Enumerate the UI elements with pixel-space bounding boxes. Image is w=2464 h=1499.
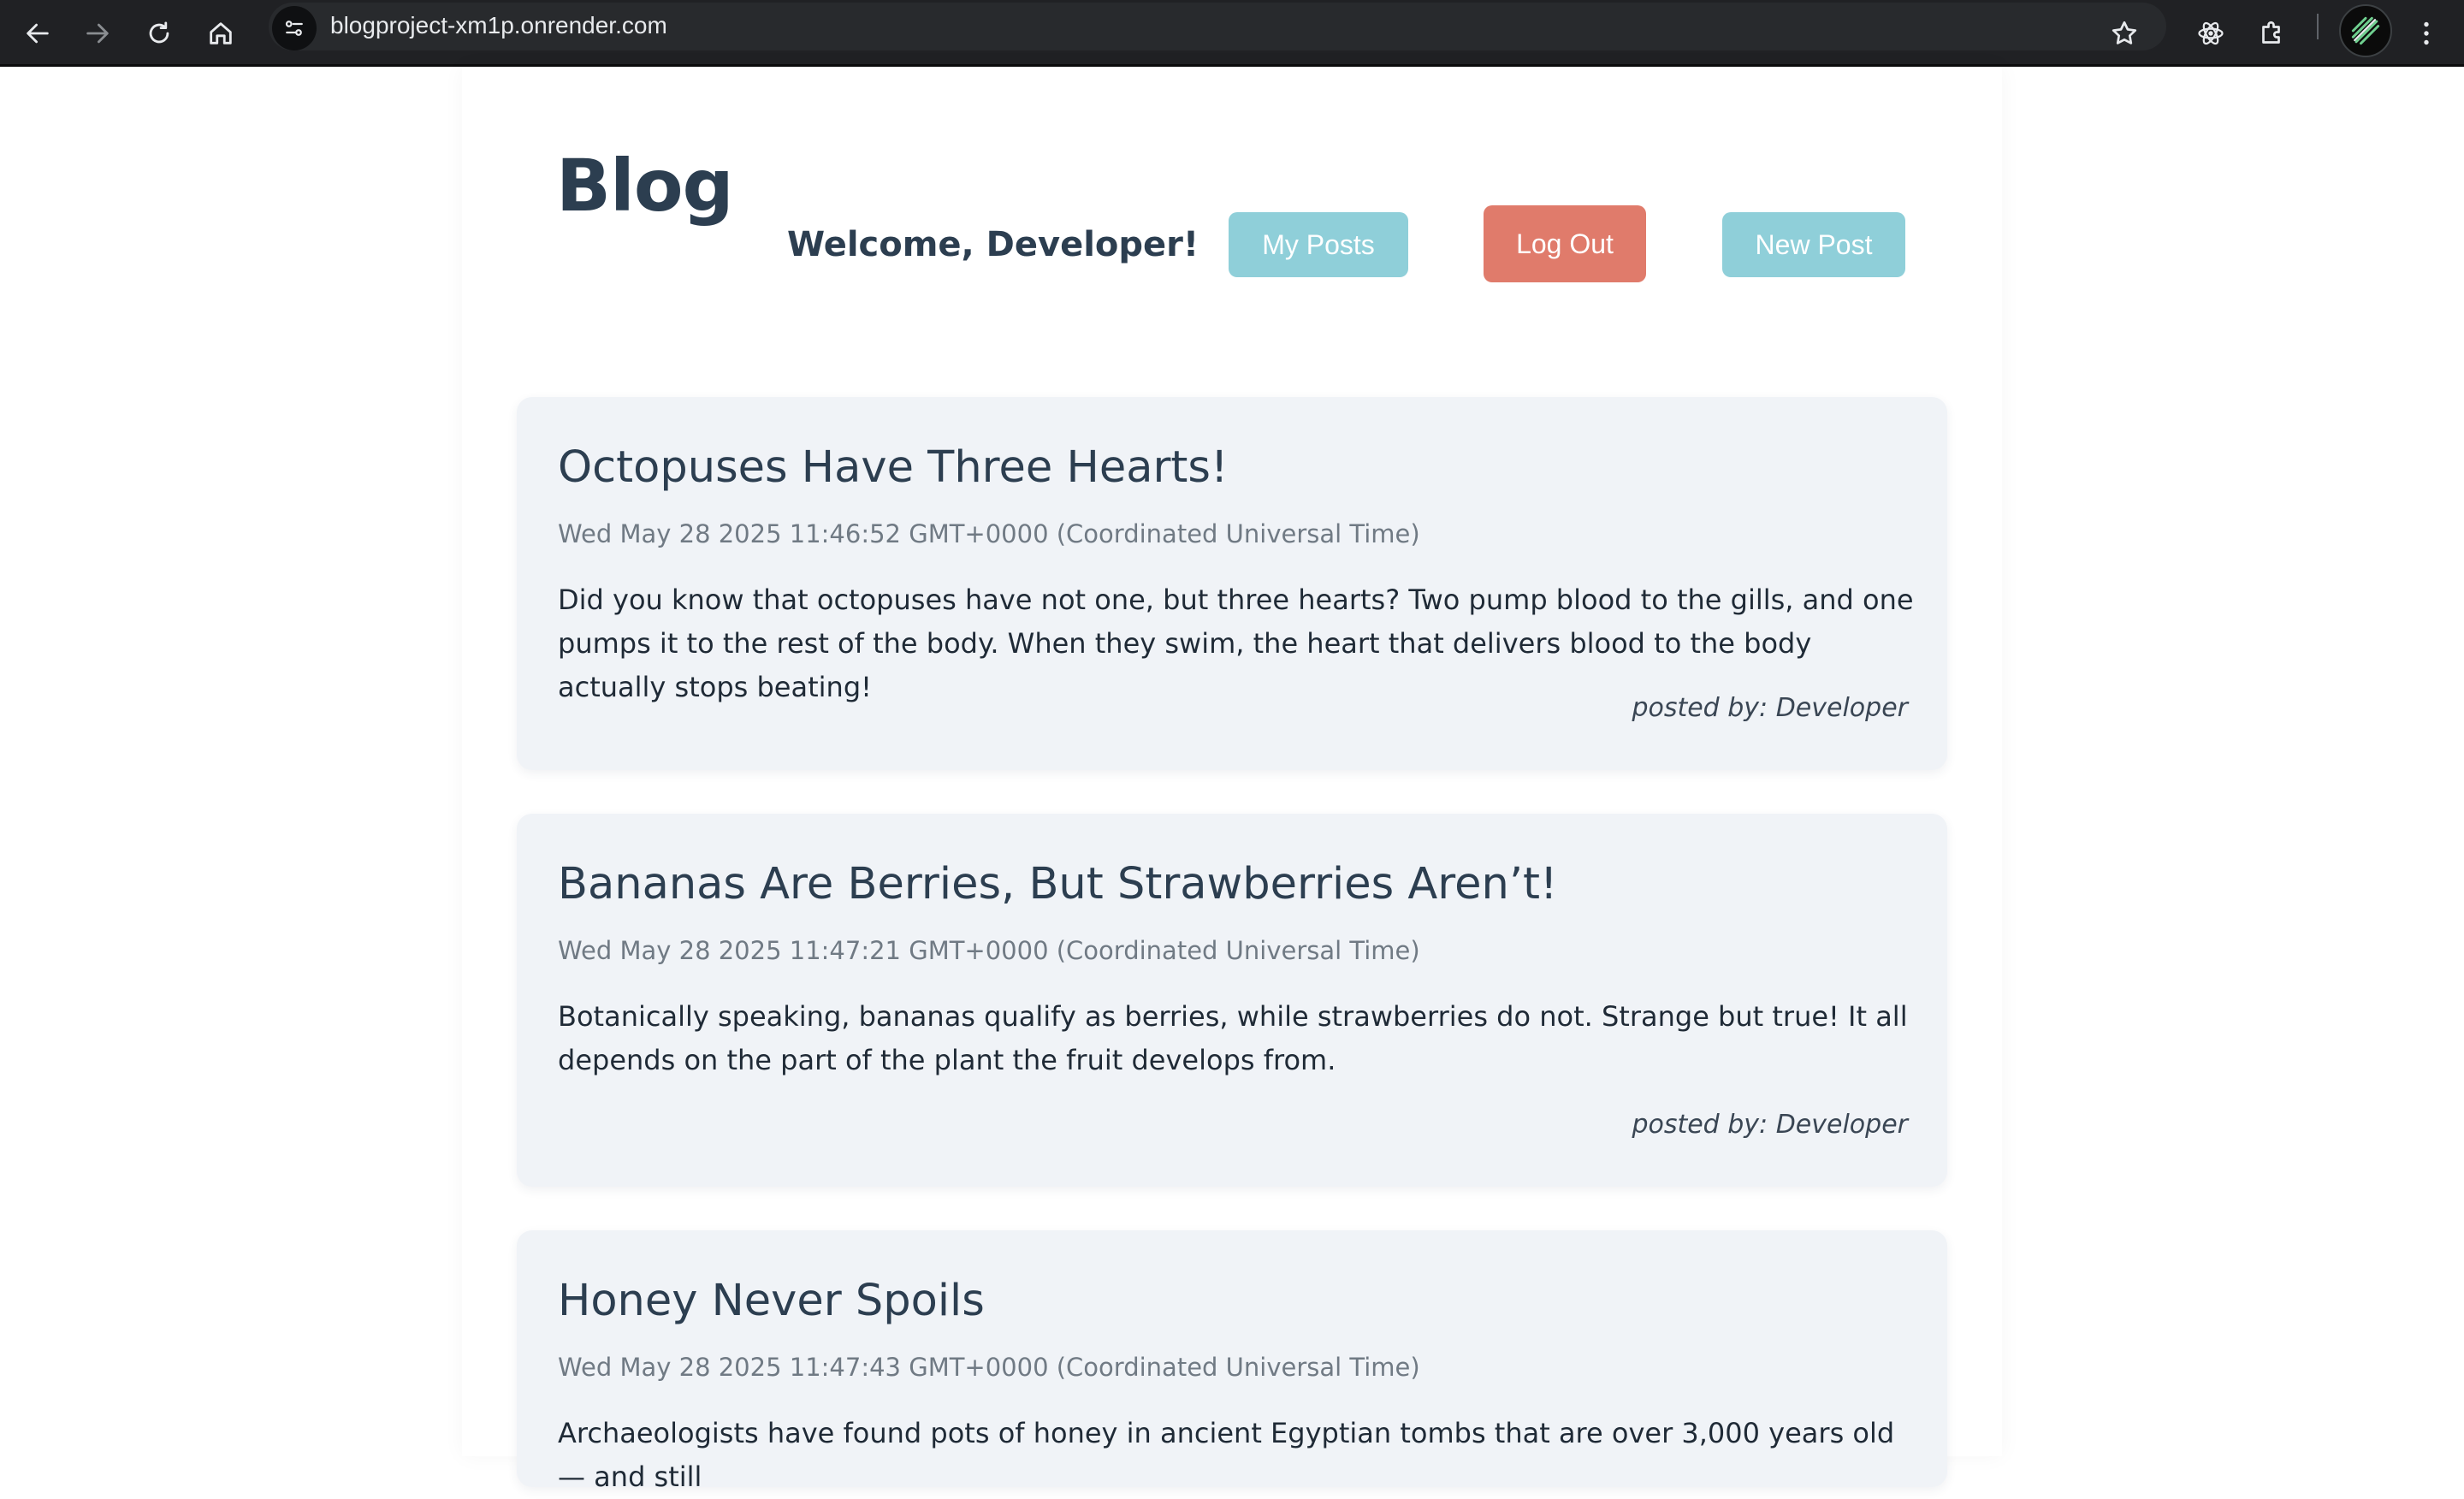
post-author: posted by: Developer <box>1632 693 1908 723</box>
back-arrow-icon <box>27 23 49 44</box>
profile-avatar[interactable] <box>2339 4 2392 57</box>
post-author: posted by: Developer <box>1632 1110 1908 1140</box>
site-info-button[interactable] <box>272 6 317 50</box>
browser-menu-button[interactable] <box>2402 9 2450 57</box>
home-icon <box>210 22 232 44</box>
toolbar-divider <box>2317 14 2319 39</box>
logout-button[interactable]: Log Out <box>1484 205 1646 282</box>
reload-button[interactable] <box>135 9 183 57</box>
more-vertical-icon <box>2424 21 2429 45</box>
tune-icon <box>285 21 303 36</box>
extensions-button[interactable] <box>2248 9 2296 57</box>
address-bar-url[interactable]: blogproject-xm1p.onrender.com <box>330 10 667 41</box>
my-posts-button[interactable]: My Posts <box>1229 212 1408 277</box>
post-body: Archaeologists have found pots of honey … <box>558 1417 1895 1493</box>
forward-arrow-icon <box>86 23 109 44</box>
post-date: Wed May 28 2025 11:46:52 GMT+0000 (Coord… <box>558 519 1420 548</box>
atom-icon <box>2198 21 2224 45</box>
reload-icon <box>149 21 169 44</box>
back-button[interactable] <box>14 9 62 57</box>
post-card: Octopuses Have Three Hearts! Wed May 28 … <box>517 397 1947 770</box>
welcome-message: Welcome, Developer! <box>787 225 1199 264</box>
post-card: Bananas Are Berries, But Strawberries Ar… <box>517 814 1947 1187</box>
browser-toolbar: blogproject-xm1p.onrender.com <box>0 0 2464 67</box>
site-logo[interactable]: Blog <box>556 139 734 233</box>
star-icon <box>2112 21 2137 44</box>
home-button[interactable] <box>197 9 245 57</box>
react-devtools-extension[interactable] <box>2187 9 2235 57</box>
bookmark-button[interactable] <box>2100 9 2148 57</box>
new-post-button[interactable]: New Post <box>1722 212 1905 277</box>
post-title: Bananas Are Berries, But Strawberries Ar… <box>558 859 1558 909</box>
post-date: Wed May 28 2025 11:47:43 GMT+0000 (Coord… <box>558 1353 1420 1382</box>
puzzle-piece-icon <box>2262 21 2280 44</box>
post-body: Did you know that octopuses have not one… <box>558 584 1914 703</box>
post-title: Honey Never Spoils <box>558 1276 985 1326</box>
post-title: Octopuses Have Three Hearts! <box>558 442 1229 493</box>
profile-avatar-icon <box>2351 16 2380 45</box>
post-card: Honey Never Spoils Wed May 28 2025 11:47… <box>517 1230 1947 1493</box>
forward-button[interactable] <box>74 9 121 57</box>
post-body: Botanically speaking, bananas qualify as… <box>558 1000 1908 1076</box>
post-date: Wed May 28 2025 11:47:21 GMT+0000 (Coord… <box>558 936 1420 965</box>
